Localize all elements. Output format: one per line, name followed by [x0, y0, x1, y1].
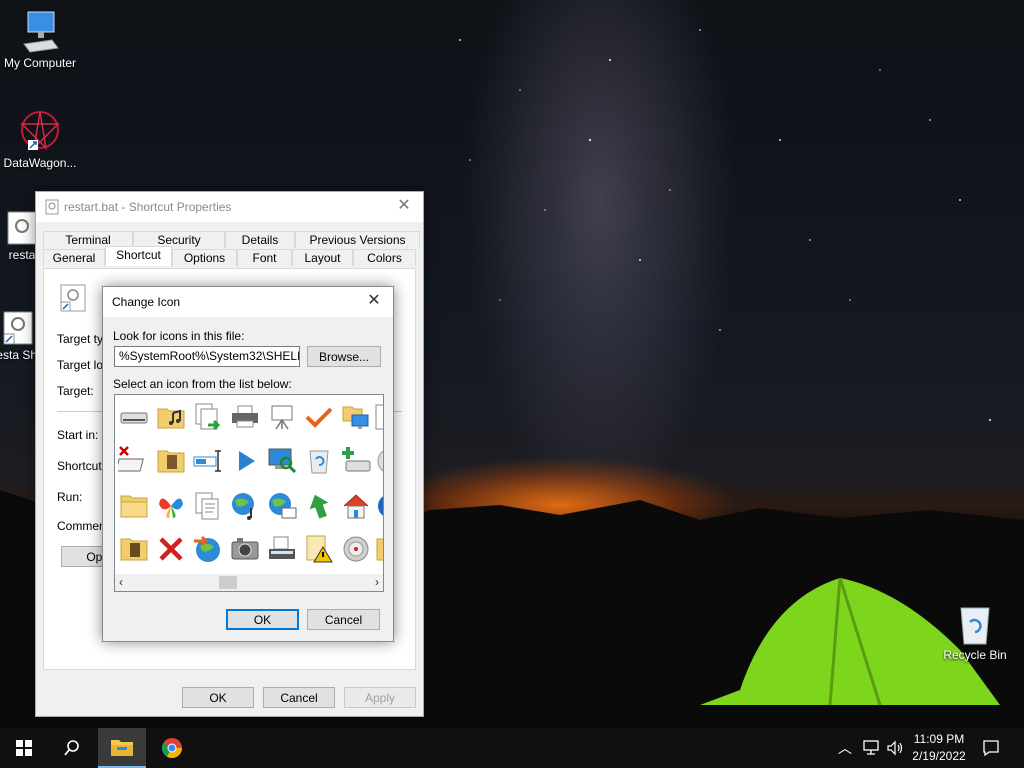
tab-colors[interactable]: Colors: [353, 249, 416, 266]
tab-shortcut[interactable]: Shortcut: [105, 246, 172, 266]
select-icon-label: Select an icon from the list below:: [113, 377, 292, 391]
folder-partial-icon[interactable]: [374, 533, 384, 565]
properties-apply-button[interactable]: Apply: [344, 687, 416, 708]
desktop-icon-datawagon[interactable]: DataWagon...: [0, 106, 80, 170]
file-explorer-icon: [111, 740, 133, 756]
chrome-taskbar-button[interactable]: [148, 728, 196, 768]
desktop-icon-label: DataWagon...: [3, 156, 77, 170]
scanner-icon[interactable]: [266, 533, 298, 565]
globe-partial-icon[interactable]: [374, 490, 384, 522]
desktop-icon-label: Recycle Bin: [943, 648, 1007, 662]
documents-icon[interactable]: [192, 490, 224, 522]
scroll-right-icon[interactable]: ›: [375, 575, 379, 589]
target-label: Target:: [57, 384, 94, 398]
tab-font[interactable]: Font: [237, 249, 292, 266]
disk-error-icon[interactable]: [118, 445, 150, 477]
desktop-icon-recycle-bin[interactable]: Recycle Bin: [935, 602, 1015, 662]
computer-icon: [23, 11, 59, 53]
tabs-back-row: Terminal Security Details Previous Versi…: [43, 231, 420, 248]
desktop-icon-label: My Computer: [3, 56, 77, 70]
camera-icon[interactable]: [229, 533, 261, 565]
properties-titlebar[interactable]: restart.bat - Shortcut Properties ✕: [36, 192, 423, 222]
browse-button[interactable]: Browse...: [307, 346, 381, 367]
chevron-up-icon[interactable]: ︿: [838, 738, 852, 758]
start-in-label: Start in:: [57, 428, 99, 442]
icon-list-hscrollbar[interactable]: ‹ ›: [115, 574, 383, 591]
network-icon[interactable]: [862, 740, 880, 756]
properties-ok-button[interactable]: OK: [182, 687, 254, 708]
speaker-disc-icon[interactable]: [340, 533, 372, 565]
arrow-up-icon[interactable]: [303, 490, 335, 522]
taskbar: ︿ 11:09 PM 2/19/2022: [0, 728, 1024, 768]
music-folder-icon[interactable]: [155, 401, 187, 433]
file-explorer-taskbar-button[interactable]: [98, 728, 146, 768]
tab-general[interactable]: General: [43, 249, 105, 266]
presentation-icon[interactable]: [266, 401, 298, 433]
clock-date: 2/19/2022: [912, 749, 966, 763]
run-label: Run:: [57, 490, 83, 504]
media-folder-2-icon[interactable]: [118, 533, 150, 565]
scroll-left-icon[interactable]: ‹: [119, 575, 123, 589]
folder-icon[interactable]: [118, 490, 150, 522]
icon-file-path-input[interactable]: %SystemRoot%\System32\SHELL32: [114, 346, 300, 367]
desktop-icon-my-computer[interactable]: My Computer: [0, 10, 80, 70]
printer-icon[interactable]: [229, 401, 261, 433]
change-icon-cancel-button[interactable]: Cancel: [307, 609, 380, 630]
shortcut-title-icon: [45, 199, 59, 215]
tab-details[interactable]: Details: [225, 231, 295, 248]
disc-partial-icon[interactable]: [374, 445, 384, 477]
checkmark-icon[interactable]: [303, 401, 335, 433]
tabs-front-row: General Shortcut Options Font Layout Col…: [43, 246, 416, 266]
scroll-thumb[interactable]: [219, 576, 237, 589]
desktop-icon-label: resta: [8, 248, 36, 262]
batch-shortcut-icon: [3, 311, 33, 345]
monitor-search-icon[interactable]: [266, 445, 298, 477]
volume-icon[interactable]: [886, 740, 904, 756]
tab-options[interactable]: Options: [172, 249, 237, 266]
play-icon[interactable]: [229, 445, 261, 477]
red-x-icon[interactable]: [155, 533, 187, 565]
change-icon-title: Change Icon: [112, 295, 181, 309]
tab-previous-versions[interactable]: Previous Versions: [295, 231, 420, 248]
change-icon-ok-button[interactable]: OK: [226, 609, 299, 630]
properties-title: restart.bat - Shortcut Properties: [64, 200, 232, 214]
text-cursor-icon[interactable]: [192, 445, 224, 477]
search-icon: [64, 740, 79, 756]
recycle-full-icon[interactable]: [303, 445, 335, 477]
clock[interactable]: 11:09 PM 2/19/2022: [906, 732, 972, 763]
drive-icon[interactable]: [118, 401, 150, 433]
media-folder-icon[interactable]: [155, 445, 187, 477]
globe-arrow-icon[interactable]: [192, 533, 224, 565]
msn-butterfly-icon[interactable]: [155, 490, 187, 522]
icon-list[interactable]: ‹ ›: [114, 394, 384, 592]
search-button[interactable]: [48, 728, 96, 768]
change-icon-titlebar[interactable]: Change Icon ✕: [103, 287, 393, 317]
globe-picture-icon[interactable]: [266, 490, 298, 522]
home-network-icon[interactable]: [340, 490, 372, 522]
globe-music-icon[interactable]: [229, 490, 261, 522]
chrome-icon: [161, 738, 182, 758]
change-icon-dialog: Change Icon ✕ Look for icons in this fil…: [102, 286, 394, 642]
warning-folder-icon[interactable]: [303, 533, 335, 565]
windows-logo-icon: [16, 740, 32, 756]
datawagon-logo-icon: [20, 111, 60, 151]
network-folder-icon[interactable]: [340, 401, 372, 433]
clock-time: 11:09 PM: [913, 732, 965, 746]
add-drive-icon[interactable]: [340, 445, 372, 477]
recycle-bin-icon: [960, 607, 990, 645]
properties-cancel-button[interactable]: Cancel: [263, 687, 335, 708]
change-icon-close-icon[interactable]: ✕: [365, 292, 383, 310]
document-partial-icon[interactable]: [374, 401, 384, 433]
tab-layout[interactable]: Layout: [292, 249, 353, 266]
shortcut-file-icon: [60, 284, 86, 312]
properties-close-icon[interactable]: ✕: [395, 197, 413, 215]
copy-to-icon[interactable]: [192, 401, 224, 433]
start-button[interactable]: [0, 728, 48, 768]
look-for-icons-label: Look for icons in this file:: [113, 329, 245, 343]
notification-icon[interactable]: [982, 739, 1000, 757]
